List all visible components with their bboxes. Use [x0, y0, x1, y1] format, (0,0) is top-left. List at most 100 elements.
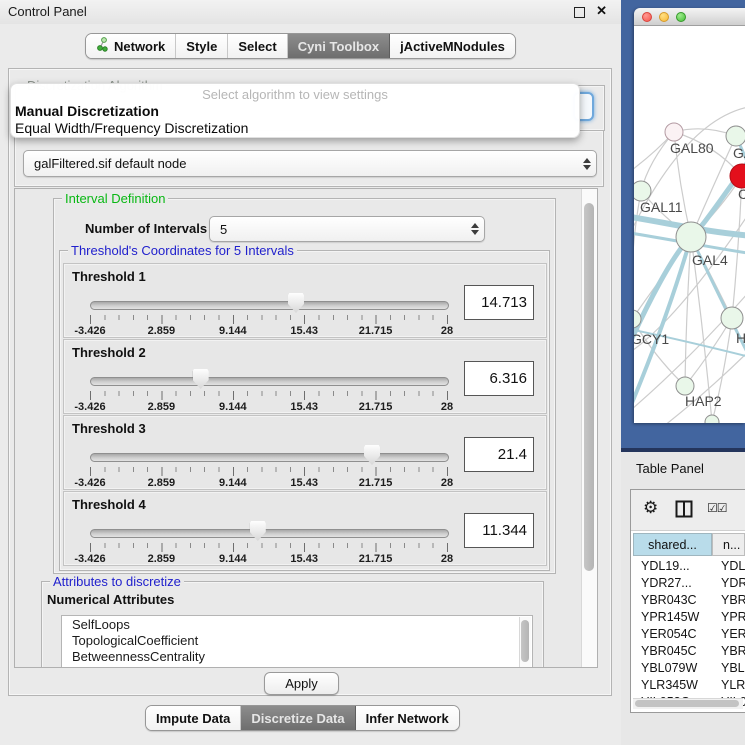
top-tab-bar: NetworkStyle Select Cyni ToolboxjActiveMNo… — [85, 33, 516, 59]
slider-major-ticks — [90, 315, 448, 324]
dropdown-hint: Select algorithm to view settings — [11, 84, 579, 103]
node-table: ⚙ ☑☑ shared... n... YDL19...YDL1YDR27...… — [630, 489, 745, 713]
slider-tick-labels: -3.4262.8599.14415.4321.71528 — [90, 401, 447, 413]
tick-label: 2.859 — [148, 553, 176, 565]
tab-style[interactable]: Style — [176, 34, 228, 58]
bottom-tab-bar: Impute Data Discretize DataInfer Network — [145, 705, 460, 731]
network-window-titlebar[interactable] — [634, 8, 745, 26]
combo-spinner-icon — [466, 223, 484, 235]
attribute-item[interactable]: BetweennessCentrality — [62, 649, 532, 664]
dropdown-option-equal-width[interactable]: Equal Width/Frequency Discretization — [11, 120, 579, 136]
attributes-list-scrollbar[interactable] — [519, 617, 531, 668]
table-panel-title: Table Panel — [636, 461, 704, 476]
split-table-icon[interactable] — [675, 500, 693, 521]
attribute-item[interactable]: SelfLoops — [62, 617, 532, 632]
tick-label: 9.144 — [219, 401, 247, 413]
slider-thumb[interactable] — [193, 369, 209, 389]
tick-label: 15.43 — [290, 553, 318, 565]
apply-button[interactable]: Apply — [264, 672, 339, 695]
node-gal80 — [665, 123, 683, 141]
slider-track[interactable] — [90, 377, 449, 386]
cell-shared-name: YDR27... — [641, 576, 692, 590]
float-window-icon[interactable] — [574, 7, 585, 18]
slider-major-ticks — [90, 543, 448, 552]
tab-infer-network[interactable]: Infer Network — [356, 706, 459, 730]
threshold-value-field[interactable]: 6.316 — [464, 361, 534, 396]
column-header-name[interactable]: n... — [712, 533, 745, 556]
node-gal11 — [634, 181, 651, 201]
slider-track[interactable] — [90, 453, 449, 462]
table-row[interactable]: YBL079WYBL0 — [633, 661, 745, 678]
node-label-h: H — [736, 330, 745, 346]
table-data-combo[interactable]: galFiltered.sif default node — [23, 150, 597, 177]
threshold-label: Threshold 1 — [72, 269, 146, 284]
table-row[interactable]: YLR345WYLR3 — [633, 678, 745, 695]
mac-minimize-icon[interactable] — [659, 12, 669, 22]
tab-label: Impute Data — [156, 711, 230, 726]
slider-thumb[interactable] — [288, 293, 304, 313]
tick-label: 21.715 — [359, 325, 393, 337]
tab-cyni-toolbox[interactable]: Cyni Toolbox — [288, 34, 390, 58]
slider-major-ticks — [90, 467, 448, 476]
tick-label: 9.144 — [219, 325, 247, 337]
cell-name: YLR3 — [721, 678, 745, 692]
node-gal4 — [676, 222, 706, 252]
hscrollbar-thumb[interactable] — [635, 700, 739, 707]
cell-name: YBL0 — [721, 661, 745, 675]
settings-scrollbar-thumb[interactable] — [584, 203, 594, 571]
tab-label: Select — [238, 39, 276, 54]
network-canvas[interactable]: GAL80GACGAL11GAL4GCY1HHAP2 — [634, 26, 745, 423]
threshold-label: Threshold 3 — [72, 421, 146, 436]
control-panel-titlebar: Control Panel ✕ — [0, 0, 621, 24]
attribute-item[interactable]: TopologicalCoefficient — [62, 633, 532, 648]
dropdown-option-manual[interactable]: Manual Discretization — [11, 103, 579, 120]
tick-label: 21.715 — [359, 477, 393, 489]
number-of-intervals-combo[interactable]: 5 — [209, 216, 485, 242]
slider-tick-labels: -3.4262.8599.14415.4321.71528 — [90, 477, 447, 489]
node-label-ga: GA — [733, 145, 745, 161]
close-icon[interactable]: ✕ — [596, 3, 607, 19]
table-row[interactable]: YDR27...YDR2 — [633, 576, 745, 593]
table-row[interactable]: YBR043CYBR0 — [633, 593, 745, 610]
table-horizontal-scrollbar[interactable] — [633, 698, 743, 709]
threshold-value-field[interactable]: 14.713 — [464, 285, 534, 320]
tab-jactivemnodules[interactable]: jActiveMNodules — [390, 34, 515, 58]
node-label-gal11: GAL11 — [640, 199, 683, 215]
table-data-combo-value: galFiltered.sif default node — [24, 156, 578, 171]
settings-panel-scrollbar[interactable] — [581, 189, 597, 667]
tab-discretize-data[interactable]: Discretize Data — [241, 706, 355, 730]
slider-thumb[interactable] — [364, 445, 380, 465]
tick-label: -3.426 — [74, 477, 105, 489]
tab-impute-data[interactable]: Impute Data — [146, 706, 241, 730]
table-row[interactable]: YBR045CYBR0 — [633, 644, 745, 661]
tick-label: 9.144 — [219, 553, 247, 565]
slider-thumb[interactable] — [250, 521, 266, 541]
mac-zoom-icon[interactable] — [676, 12, 686, 22]
table-row[interactable]: YDL19...YDL1 — [633, 559, 745, 576]
threshold-value-field[interactable]: 11.344 — [464, 513, 534, 548]
number-of-intervals-label: Number of Intervals — [85, 221, 207, 236]
threshold-value-field[interactable]: 21.4 — [464, 437, 534, 472]
tab-select[interactable]: Select — [228, 34, 287, 58]
slider-track[interactable] — [90, 301, 449, 310]
table-data-group: Table Data galFiltered.sif default node — [14, 130, 604, 187]
mac-close-icon[interactable] — [642, 12, 652, 22]
tick-label: -3.426 — [74, 553, 105, 565]
column-header-shared[interactable]: shared... — [633, 533, 712, 556]
attributes-scrollbar-thumb[interactable] — [521, 620, 529, 662]
tick-label: 2.859 — [148, 477, 176, 489]
checkboxes-icon[interactable]: ☑☑ — [707, 501, 727, 515]
gear-icon[interactable]: ⚙ — [643, 498, 658, 518]
tick-label: -3.426 — [74, 401, 105, 413]
tab-network[interactable]: Network — [86, 34, 176, 58]
table-row[interactable]: YER054CYER0 — [633, 627, 745, 644]
slider-tick-labels: -3.4262.8599.14415.4321.71528 — [90, 553, 447, 565]
numerical-attributes-list[interactable]: SelfLoopsTopologicalCoefficientBetweenne… — [61, 615, 533, 668]
numerical-attributes-label: Numerical Attributes — [47, 592, 174, 607]
tick-label: 21.715 — [359, 401, 393, 413]
node-label-c: C — [738, 186, 745, 202]
slider-track[interactable] — [90, 529, 449, 538]
node-label-hap2: HAP2 — [685, 393, 722, 409]
table-row[interactable]: YPR145WYPR1 — [633, 610, 745, 627]
node-h — [721, 307, 743, 329]
